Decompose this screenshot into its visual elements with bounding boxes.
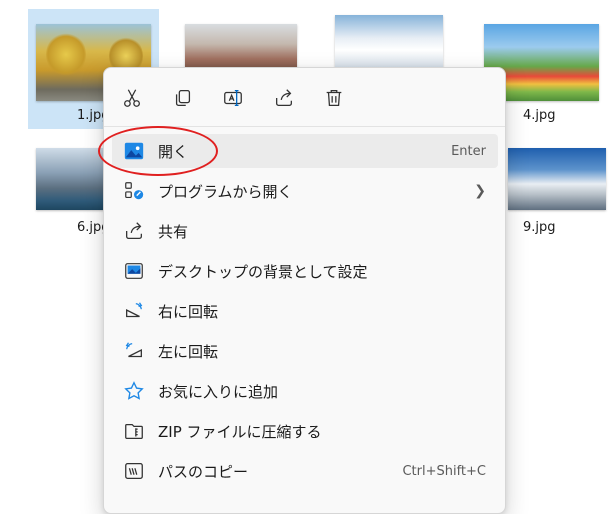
rotate-right-icon (123, 300, 145, 322)
cut-icon (124, 89, 140, 107)
annotation-highlight-circle (98, 126, 218, 176)
open-with-icon (123, 180, 145, 202)
thumbnail-image (508, 148, 606, 210)
menu-item-label: パスのコピー (158, 462, 249, 481)
thumbnail-image (335, 15, 443, 73)
file-tile-3[interactable] (330, 9, 450, 73)
star-icon (123, 380, 145, 402)
cut-button[interactable] (114, 80, 150, 116)
menu-item-rotate-left[interactable]: 左に回転 (112, 334, 498, 368)
shortcut-text: Ctrl+Shift+C (402, 463, 486, 479)
file-name: 4.jpg (523, 108, 556, 123)
rotate-left-icon (123, 340, 145, 362)
menu-item-open-with[interactable]: プログラムから開く ❯ (112, 174, 498, 208)
menu-item-label: 共有 (158, 222, 189, 241)
menu-item-share[interactable]: 共有 (112, 214, 498, 248)
zip-folder-icon (123, 420, 145, 442)
context-menu-toolbar (104, 68, 505, 126)
menu-item-add-favorites[interactable]: お気に入りに追加 (112, 374, 498, 408)
menu-item-label: お気に入りに追加 (158, 382, 279, 401)
share-button[interactable] (266, 80, 302, 116)
menu-item-compress-zip[interactable]: ZIP ファイルに圧縮する (112, 414, 498, 448)
file-tile-9[interactable]: 9.jpg (500, 140, 606, 240)
file-name: 9.jpg (523, 220, 556, 235)
rename-icon (224, 90, 242, 106)
share-icon (276, 89, 292, 106)
menu-item-rotate-right[interactable]: 右に回転 (112, 294, 498, 328)
menu-item-label: プログラムから開く (158, 182, 293, 201)
shortcut-text: Enter (451, 143, 486, 159)
delete-button[interactable] (316, 80, 352, 116)
menu-item-label: ZIP ファイルに圧縮する (158, 422, 322, 441)
menu-item-copy-path[interactable]: パスのコピー Ctrl+Shift+C (112, 454, 498, 488)
chevron-right-icon: ❯ (474, 183, 486, 199)
copy-button[interactable] (165, 80, 201, 116)
file-tile-2[interactable] (180, 9, 310, 74)
set-background-icon (123, 260, 145, 282)
copy-path-icon (123, 460, 145, 482)
menu-item-set-background[interactable]: デスクトップの背景として設定 (112, 254, 498, 288)
delete-icon (326, 90, 342, 106)
share-icon (123, 220, 145, 242)
rename-button[interactable] (215, 80, 251, 116)
menu-item-label: 右に回転 (158, 302, 219, 321)
menu-item-label: 左に回転 (158, 342, 219, 361)
menu-item-label: デスクトップの背景として設定 (158, 262, 368, 281)
copy-icon (175, 90, 191, 106)
